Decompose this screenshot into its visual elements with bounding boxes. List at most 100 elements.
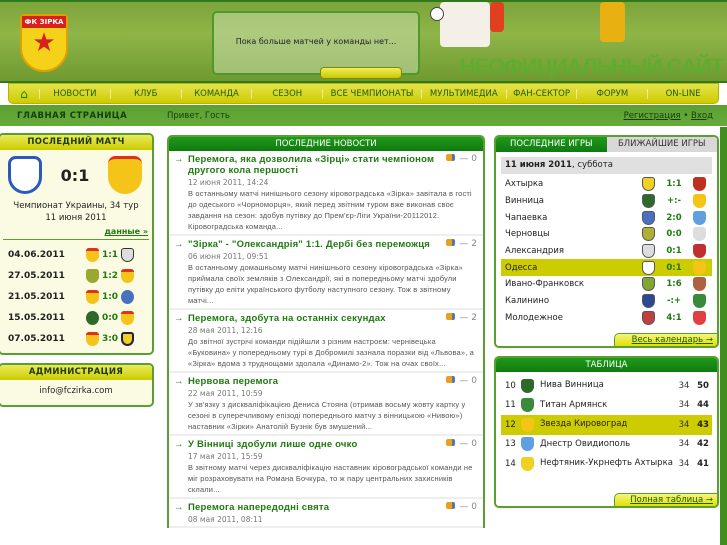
news-title-link[interactable]: → Перемога, здобута на останніх секундах — [174, 313, 477, 324]
nav-team[interactable]: КОМАНДА — [180, 88, 252, 99]
nav-multimedia[interactable]: МУЛЬТИМЕДИА — [420, 88, 506, 99]
recent-match[interactable]: 15.05.2011 0:0 — [0, 307, 152, 328]
games-played: 34 — [678, 458, 690, 469]
game-row[interactable]: Калинино -:+ — [501, 293, 712, 310]
site-slogan: НЕОФИЦИАЛЬНЫЙ САЙТ — [459, 54, 724, 79]
full-calendar-link[interactable]: Весь календарь → — [632, 335, 713, 345]
home-icon[interactable]: ⌂ — [9, 87, 39, 101]
tab-next-games[interactable]: БЛИЖАЙШИЕ ИГРЫ — [606, 137, 717, 152]
home-crest — [642, 294, 655, 309]
home-crest — [642, 244, 655, 259]
nav-club[interactable]: КЛУБ — [109, 88, 181, 99]
recent-match[interactable]: 27.05.2011 1:2 — [0, 265, 152, 286]
game-row[interactable]: Александрия 0:1 — [501, 243, 712, 260]
games-date: 11 июня 2011, суббота — [501, 157, 712, 174]
match-details-link[interactable]: данные » — [104, 227, 148, 236]
news-date: 22 мая 2011, 10:59 — [188, 389, 263, 398]
news-title-link[interactable]: → У Вінниці здобули лише одне очко — [174, 439, 477, 450]
team-name: Днестр Овидиополь — [540, 438, 631, 449]
register-link[interactable]: Регистрация — [624, 111, 681, 121]
news-date: 12 июня 2011, 14:24 — [188, 178, 269, 187]
comments-count[interactable]: — 0 — [446, 502, 477, 512]
recent-match[interactable]: 21.05.2011 1:0 — [0, 286, 152, 307]
nav-season[interactable]: СЕЗОН — [251, 88, 322, 99]
team-points: 42 — [697, 439, 709, 450]
team-position: 11 — [505, 400, 516, 411]
game-row[interactable]: Винница +:- — [501, 193, 712, 210]
club-logo[interactable]: ФК ЗІРКА ★ — [20, 14, 68, 72]
news-panel: ПОСЛЕДНИЕ НОВОСТИ → Перемога, яка дозволи… — [167, 135, 485, 528]
banner-photo-3 — [600, 2, 625, 42]
recent-match[interactable]: 07.05.2011 3:0 — [0, 328, 152, 349]
admin-email[interactable]: info@fczirka.com — [0, 380, 152, 396]
game-score: 0:1 — [666, 262, 682, 273]
standings-row[interactable]: 14 Нефтяник-Укрнефть Ахтырка 34 41 — [501, 454, 712, 474]
recent-date: 07.05.2011 — [8, 333, 65, 344]
news-date: 28 мая 2011, 12:16 — [188, 326, 263, 335]
nav-forum[interactable]: ФОРУМ — [576, 88, 647, 99]
notice-button[interactable] — [320, 67, 402, 79]
nav-news[interactable]: НОВОСТИ — [39, 88, 110, 99]
team-name: Нефтяник-Укрнефть Ахтырка — [540, 458, 673, 469]
news-title-link[interactable]: → Перемога напередодні свята — [174, 502, 477, 513]
team-crest — [521, 417, 534, 432]
full-table-button[interactable]: Полная таблица → — [614, 493, 717, 506]
nav-online[interactable]: ON-LINE — [647, 88, 718, 99]
next-match-notice: Пока больше матчей у команды нет... — [212, 11, 420, 75]
news-headline[interactable]: У Вінниці здобули лише одне очко — [188, 439, 357, 450]
games-played: 34 — [678, 419, 690, 430]
game-row[interactable]: Ахтырка 1:1 — [501, 176, 712, 193]
last-match-panel: ПОСЛЕДНИЙ МАТЧ 0:1 Чемпионат Украины, 34… — [0, 133, 154, 355]
full-table-link[interactable]: Полная таблица → — [630, 495, 713, 505]
recent-match[interactable]: 04.06.2011 1:1 — [0, 244, 152, 265]
nav-fan-sector[interactable]: ФАН-СЕКТОР — [505, 88, 577, 99]
standings-row[interactable]: 10 Нива Винница 34 50 — [501, 376, 712, 396]
news-title-link[interactable]: → Перемога, яка дозволила «Зірці» стати ч… — [174, 154, 477, 176]
game-row[interactable]: Одесса 0:1 — [501, 259, 712, 277]
tab-last-games[interactable]: ПОСЛЕДНИЕ ИГРЫ — [496, 137, 607, 152]
full-calendar-button[interactable]: Весь календарь → — [614, 333, 717, 346]
team-crest — [86, 289, 99, 304]
standings-row[interactable]: 13 Днестр Овидиополь 34 42 — [501, 435, 712, 455]
nav-championships[interactable]: ВСЕ ЧЕМПИОНАТЫ — [322, 88, 421, 99]
competition: Чемпионат Украины, 34 тур — [13, 201, 139, 211]
away-crest — [693, 294, 706, 309]
team-position: 10 — [505, 380, 516, 391]
comments-count[interactable]: — 0 — [446, 439, 477, 449]
login-link[interactable]: Вход — [691, 111, 713, 121]
standings-row[interactable]: 11 Титан Армянск 34 44 — [501, 396, 712, 416]
game-row[interactable]: Молодежное 4:1 — [501, 310, 712, 327]
team-position: 13 — [505, 439, 516, 450]
news-excerpt: В звітному матчі через дискваліфікацію н… — [188, 463, 473, 494]
away-crest — [693, 277, 706, 292]
comments-count[interactable]: — 0 — [446, 154, 477, 164]
greeting: Привет, Гость — [167, 110, 230, 121]
team-crest — [521, 456, 534, 471]
news-headline[interactable]: Перемога напередодні свята — [188, 502, 329, 513]
banner-photo-2 — [490, 2, 504, 32]
news-headline[interactable]: "Зірка" - "Олександрія" 1:1. Дербі без п… — [188, 239, 430, 250]
news-headline[interactable]: Перемога, здобута на останніх секундах — [188, 313, 386, 324]
team-crest — [121, 289, 134, 304]
home-crest — [642, 227, 655, 242]
away-crest — [693, 227, 706, 242]
game-row[interactable]: Ивано-Франковск 1:6 — [501, 276, 712, 293]
team-name: Звезда Кировоград — [540, 419, 628, 430]
comments-count[interactable]: — 0 — [446, 376, 477, 386]
news-headline[interactable]: Перемога, яка дозволила «Зірці» стати че… — [188, 154, 434, 176]
game-score: 4:1 — [666, 312, 682, 323]
home-crest — [642, 260, 655, 275]
news-title-link[interactable]: → Нервова перемога — [174, 376, 477, 387]
game-row[interactable]: Черновцы 0:0 — [501, 226, 712, 243]
star-icon: ★ — [32, 28, 56, 58]
comments-count[interactable]: — 2 — [446, 313, 477, 323]
news-headline[interactable]: Нервова перемога — [188, 376, 278, 387]
game-row[interactable]: Чапаевка 2:0 — [501, 209, 712, 226]
comments-count[interactable]: — 2 — [446, 239, 477, 249]
team-crest — [86, 247, 99, 262]
comments-icon — [446, 239, 456, 246]
standings-row[interactable]: 12 Звезда Кировоград 34 43 — [501, 415, 712, 435]
page-title: ГЛАВНАЯ СТРАНИЦА — [17, 110, 128, 121]
weekday: , суббота — [571, 160, 613, 170]
news-title-link[interactable]: → "Зірка" - "Олександрія" 1:1. Дербі без … — [174, 239, 477, 250]
